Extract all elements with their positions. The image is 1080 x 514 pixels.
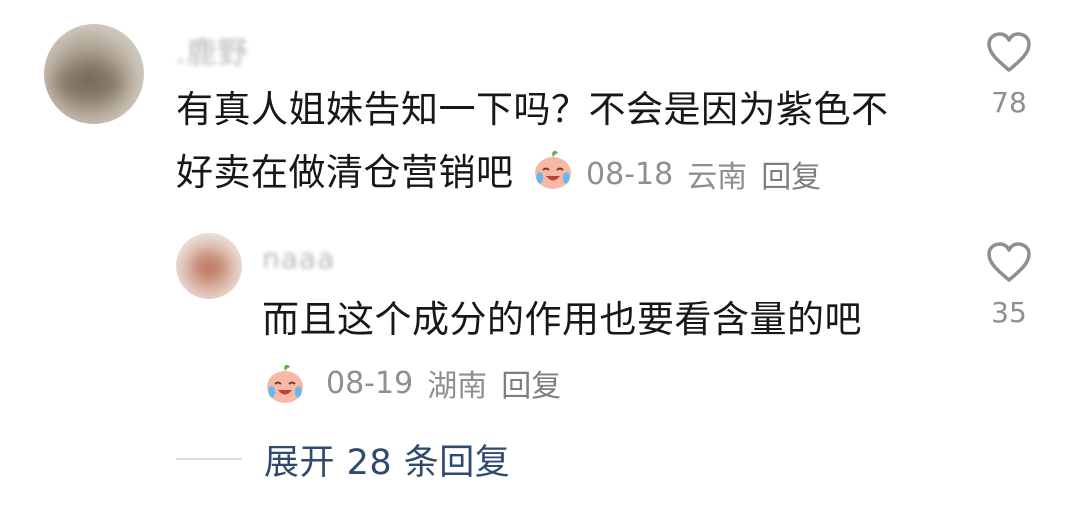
like-button[interactable]: 35 [974,240,1044,329]
avatar[interactable] [44,24,144,124]
heart-icon[interactable] [985,240,1033,284]
comment-text[interactable]: 而且这个成分的作用也要看含量的吧 [262,292,862,348]
comment-thread: .鹿野 有真人姐妹告知一下吗？不会是因为紫色不 好卖在做清仓营销吧 08-18 … [0,0,1080,514]
heart-icon[interactable] [985,30,1033,74]
like-count: 35 [991,296,1027,329]
expand-replies-button[interactable]: 展开 28 条回复 [264,434,510,485]
comment-date: 08-19 [326,365,414,401]
comment-date: 08-18 [586,156,674,192]
comment-text[interactable]: 好卖在做清仓营销吧 [176,145,514,201]
comment-meta: 08-18 云南 回复 [586,152,821,196]
like-count: 78 [991,86,1027,119]
reply-button[interactable]: 回复 [761,152,821,196]
comment-location: 云南 [687,160,748,195]
crying-laughing-emoji [535,150,571,189]
like-button[interactable]: 78 [974,30,1044,119]
divider [176,458,242,460]
comment-meta: 08-19 湖南 回复 [262,360,561,406]
reply-button[interactable]: 回复 [501,361,561,405]
avatar[interactable] [176,233,242,299]
username[interactable]: .鹿野 [176,28,249,72]
comment-location: 湖南 [427,369,488,404]
comment-text[interactable]: 有真人姐妹告知一下吗？不会是因为紫色不 [176,82,889,138]
crying-laughing-emoji [267,364,303,403]
username[interactable]: naaa [262,242,335,275]
